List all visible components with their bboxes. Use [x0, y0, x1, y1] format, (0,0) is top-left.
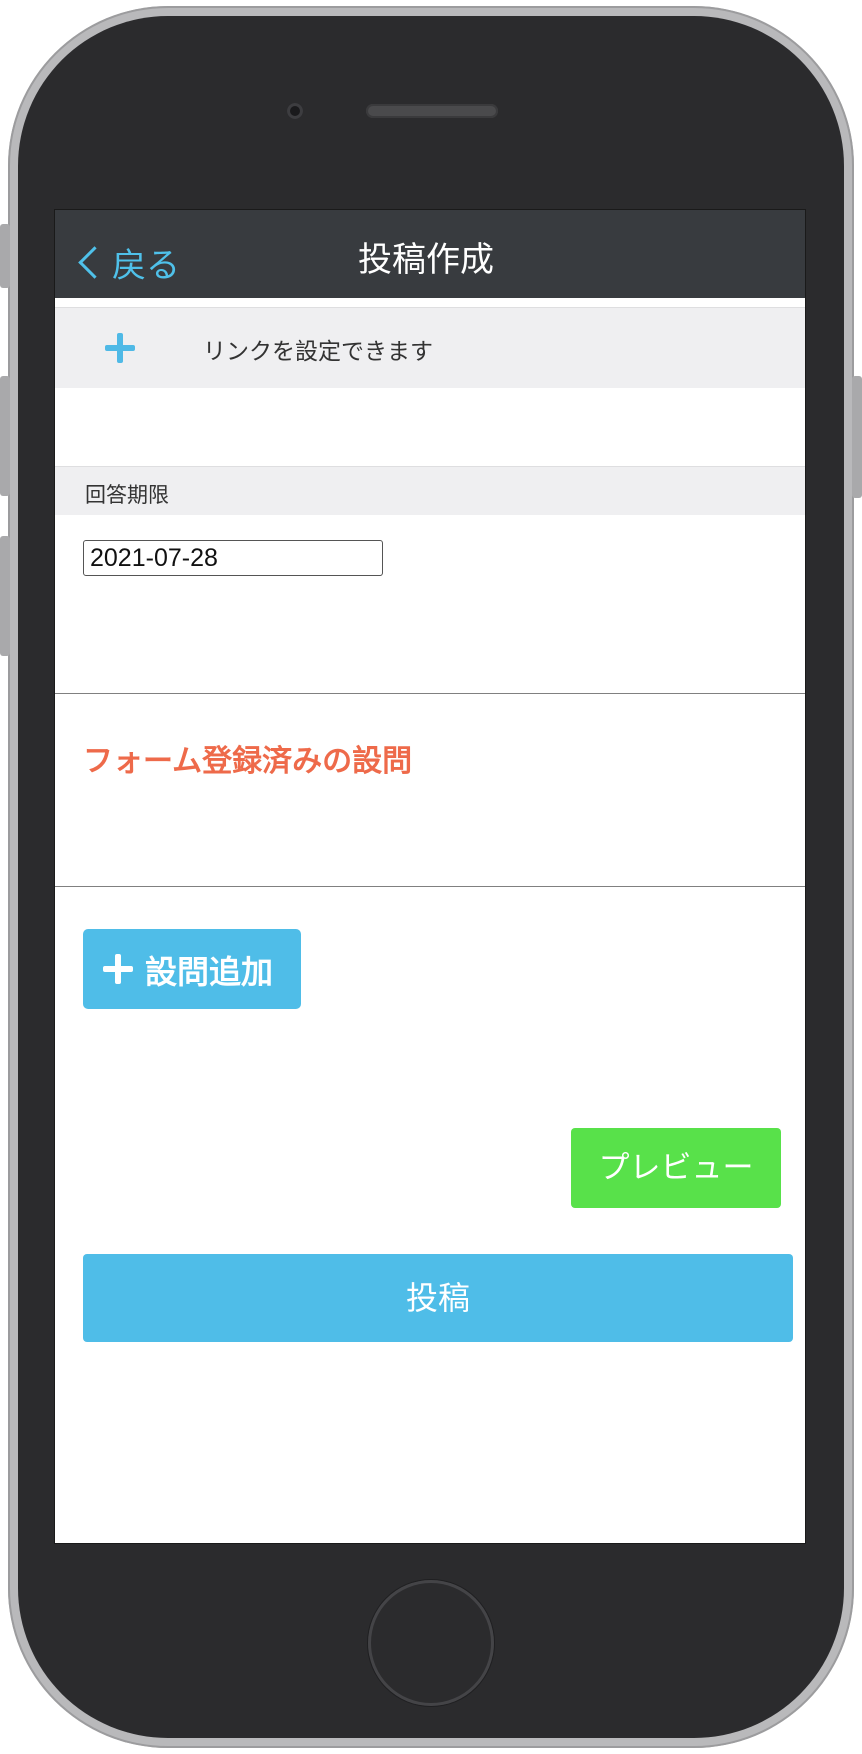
deadline-date-input[interactable]: 2021-07-28 [83, 540, 383, 576]
preview-button[interactable]: プレビュー [571, 1128, 781, 1208]
app-screen: 戻る 投稿作成 リンクを設定できます 回答期限 2021-07-28 フォーム登… [55, 210, 805, 1543]
divider [55, 693, 805, 694]
mute-switch [0, 224, 10, 288]
volume-up-button [0, 376, 10, 496]
registered-questions-title: フォーム登録済みの設問 [83, 744, 413, 779]
stage: 戻る 投稿作成 リンクを設定できます 回答期限 2021-07-28 フォーム登… [0, 0, 862, 1754]
nav-gap [55, 298, 805, 307]
page-title-text: 投稿作成 [358, 240, 494, 280]
deadline-section-header: 回答期限 [55, 466, 805, 515]
add-question-button[interactable]: 設問追加 [83, 929, 301, 1009]
volume-down-button [0, 536, 10, 656]
earpiece-speaker [366, 104, 498, 118]
page-title: 投稿作成 [55, 232, 805, 281]
blank-area [55, 388, 805, 466]
nav-bar: 戻る 投稿作成 [55, 210, 805, 298]
link-setting-text: リンクを設定できます [203, 339, 433, 365]
add-question-label: 設問追加 [145, 953, 274, 991]
plus-icon [105, 333, 135, 363]
divider [55, 886, 805, 887]
deadline-label: 回答期限 [85, 483, 169, 507]
link-setting-row[interactable]: リンクを設定できます [55, 307, 805, 389]
home-button[interactable] [368, 1580, 494, 1706]
front-camera [287, 103, 303, 119]
post-button[interactable]: 投稿 [83, 1254, 793, 1342]
plus-icon [103, 954, 133, 984]
power-button [852, 376, 862, 498]
